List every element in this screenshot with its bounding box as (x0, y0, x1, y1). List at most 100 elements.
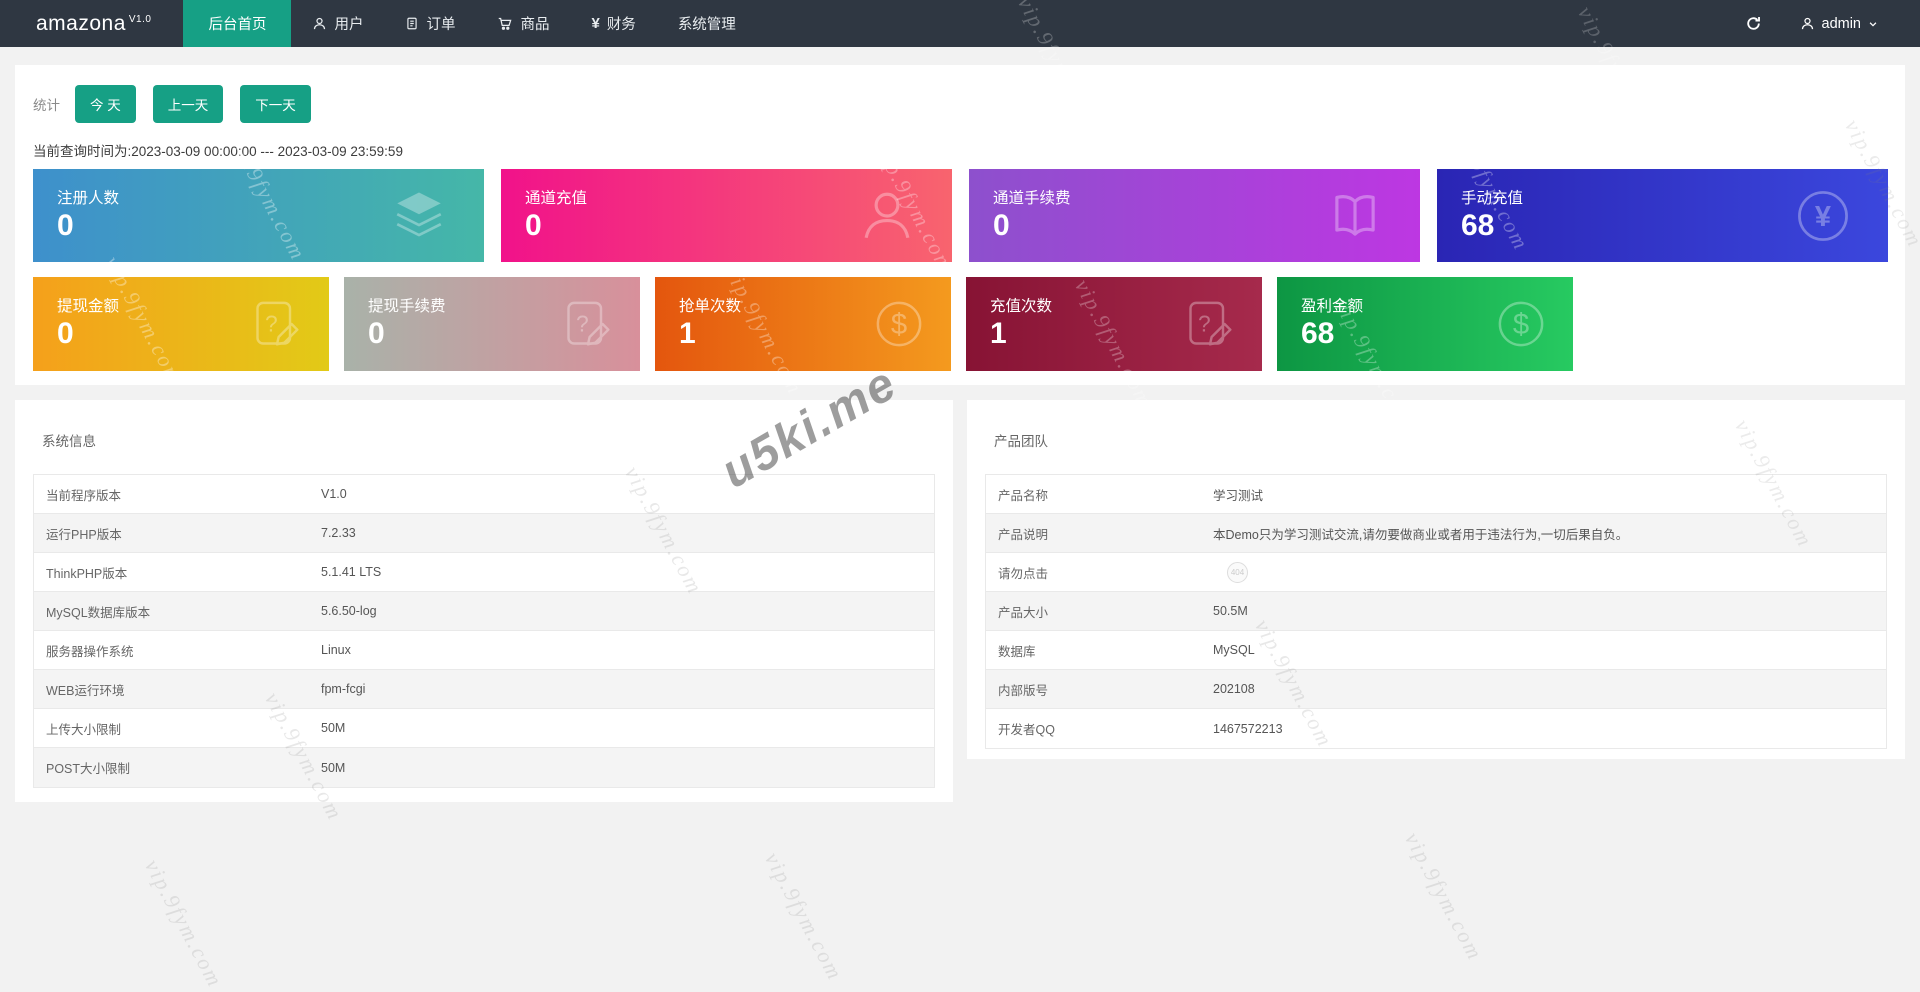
row-label: WEB运行环境 (46, 683, 125, 698)
table-row: 请勿点击 404 (986, 553, 1886, 592)
main-menu: 后台首页 用户 订单 商品 ¥ 财务 系统管理 (183, 0, 756, 47)
row-value: fpm-fcgi (321, 682, 366, 696)
nav-menu-item[interactable]: 订单 (384, 0, 476, 47)
table-row: 上传大小限制 50M (34, 709, 934, 748)
product-info-panel: 产品团队 产品名称 学习测试 产品说明 本Demo只为学习测试交流,请勿要做商业… (967, 400, 1905, 759)
nav-menu-item-label: 商品 (520, 17, 550, 33)
row-label: 服务器操作系统 (46, 644, 134, 659)
row-label: 数据库 (998, 644, 1036, 659)
stat-cards-row-2: 提现金额 0 ? 提现手续费 0 ? 抢单次数 1 $ 充值次数 1 ? 盈利金… (33, 277, 1905, 371)
product-info-table: 产品名称 学习测试 产品说明 本Demo只为学习测试交流,请勿要做商业或者用于违… (985, 474, 1887, 749)
svg-text:$: $ (891, 309, 907, 341)
refresh-icon[interactable] (1745, 15, 1762, 32)
stat-card[interactable]: 注册人数 0 (33, 169, 484, 262)
product-info-title: 产品团队 (994, 434, 1048, 449)
row-value: 5.1.41 LTS (321, 565, 382, 579)
row-value: 202108 (1213, 682, 1255, 696)
brand-name: amazona (36, 11, 126, 35)
svg-text:$: $ (1513, 309, 1529, 341)
table-row: ThinkPHP版本 5.1.41 LTS (34, 553, 934, 592)
nav-menu-item[interactable]: 后台首页 (183, 0, 292, 47)
yen-circle-icon: ¥ (1794, 187, 1852, 245)
table-row: 服务器操作系统 Linux (34, 631, 934, 670)
svg-text:?: ? (1198, 310, 1211, 336)
brand-logo[interactable]: amazona V1.0 (36, 12, 151, 36)
navbar-right: admin (1745, 15, 1879, 32)
table-row: 产品说明 本Demo只为学习测试交流,请勿要做商业或者用于违法行为,一切后果自负… (986, 514, 1886, 553)
row-label: MySQL数据库版本 (46, 605, 151, 620)
badge-404[interactable]: 404 (1227, 561, 1248, 583)
row-label: 上传大小限制 (46, 722, 122, 737)
system-info-table: 当前程序版本 V1.0 运行PHP版本 7.2.33 ThinkPHP版本 5.… (33, 474, 935, 788)
range-buttons: 今 天上一天 下一天 (75, 85, 311, 123)
stat-card[interactable]: 盈利金额 68 $ (1277, 277, 1573, 371)
table-row: 产品名称 学习测试 (986, 475, 1886, 514)
stat-card[interactable]: 抢单次数 1 $ (655, 277, 951, 371)
nav-menu-item-label: 用户 (334, 17, 364, 33)
range-button[interactable]: 今 天 (75, 85, 136, 123)
nav-menu-item-label: 财务 (606, 17, 636, 33)
row-value: 本Demo只为学习测试交流,请勿要做商业或者用于违法行为,一切后果自负。 (1213, 527, 1629, 542)
document-icon (405, 16, 419, 31)
stat-card[interactable]: 提现手续费 0 ? (344, 277, 640, 371)
table-row: POST大小限制 50M (34, 748, 934, 787)
range-button[interactable]: 下一天 (240, 85, 311, 123)
row-label: 开发者QQ (998, 723, 1055, 737)
system-info-title: 系统信息 (42, 434, 96, 449)
chevron-down-icon (1868, 19, 1878, 29)
row-label: POST大小限制 (46, 762, 131, 776)
table-row: 开发者QQ 1467572213 (986, 709, 1886, 748)
stats-panel: 统计 今 天上一天 下一天 当前查询时间为:2023-03-09 00:00:00… (15, 65, 1905, 385)
watermark-text: vip.9fym.com (139, 855, 229, 992)
person-icon (858, 187, 916, 245)
stat-card[interactable]: 通道手续费 0 (969, 169, 1420, 262)
row-label: 产品名称 (998, 488, 1049, 503)
stat-card[interactable]: 提现金额 0 ? (33, 277, 329, 371)
nav-menu-item[interactable]: ¥ 财务 (570, 0, 656, 47)
dollar-circle-icon: $ (1495, 298, 1547, 350)
nav-menu-item[interactable]: 商品 (476, 0, 570, 47)
stats-section-label: 统计 (33, 98, 60, 113)
table-row: 内部版号 202108 (986, 670, 1886, 709)
layers-icon (390, 187, 448, 245)
nav-menu-item-label: 后台首页 (208, 17, 267, 33)
table-row: 运行PHP版本 7.2.33 (34, 514, 934, 553)
row-value: 5.6.50-log (321, 604, 377, 618)
range-button[interactable]: 上一天 (152, 85, 224, 123)
table-row: WEB运行环境 fpm-fcgi (34, 670, 934, 709)
stat-card[interactable]: 手动充值 68 ¥ (1437, 169, 1888, 262)
table-row: MySQL数据库版本 5.6.50-log (34, 592, 934, 631)
dollar-circle-icon: $ (873, 298, 925, 350)
table-row: 当前程序版本 V1.0 (34, 475, 934, 514)
brand-version: V1.0 (128, 13, 152, 25)
table-row: 数据库 MySQL (986, 631, 1886, 670)
row-value: Linux (321, 643, 351, 657)
row-label: 产品大小 (998, 605, 1049, 620)
stat-card[interactable]: 充值次数 1 ? (966, 277, 1262, 371)
row-label: 产品说明 (998, 527, 1049, 542)
query-time-text: 当前查询时间为:2023-03-09 00:00:00 --- 2023-03-… (33, 144, 403, 159)
stat-card[interactable]: 通道充值 0 (501, 169, 952, 262)
doc-question-icon: ? (1184, 298, 1236, 350)
nav-menu-item-label: 系统管理 (677, 17, 736, 33)
nav-menu-item[interactable]: 系统管理 (657, 0, 757, 47)
row-value: 1467572213 (1213, 721, 1283, 736)
row-value: 学习测试 (1213, 488, 1264, 503)
stats-header: 统计 今 天上一天 下一天 (33, 85, 1905, 123)
row-label: ThinkPHP版本 (46, 566, 128, 581)
admin-username: admin (1821, 15, 1862, 32)
cart-icon (497, 16, 513, 31)
doc-question-icon: ? (562, 298, 614, 350)
row-value: 50M (321, 721, 346, 735)
user-icon (312, 16, 327, 31)
row-value: 50M (321, 760, 346, 775)
row-label: 请勿点击 (998, 566, 1049, 581)
user-icon (1800, 16, 1815, 31)
row-label: 当前程序版本 (46, 488, 122, 503)
svg-text:¥: ¥ (1815, 200, 1831, 232)
top-navbar: amazona V1.0 后台首页 用户 订单 商品 ¥ 财务 系统管理 adm… (0, 0, 1920, 47)
admin-dropdown[interactable]: admin (1800, 16, 1879, 32)
nav-menu-item[interactable]: 用户 (291, 0, 384, 47)
svg-text:?: ? (265, 310, 278, 336)
watermark-text: vip.9fym.com (1399, 828, 1489, 965)
